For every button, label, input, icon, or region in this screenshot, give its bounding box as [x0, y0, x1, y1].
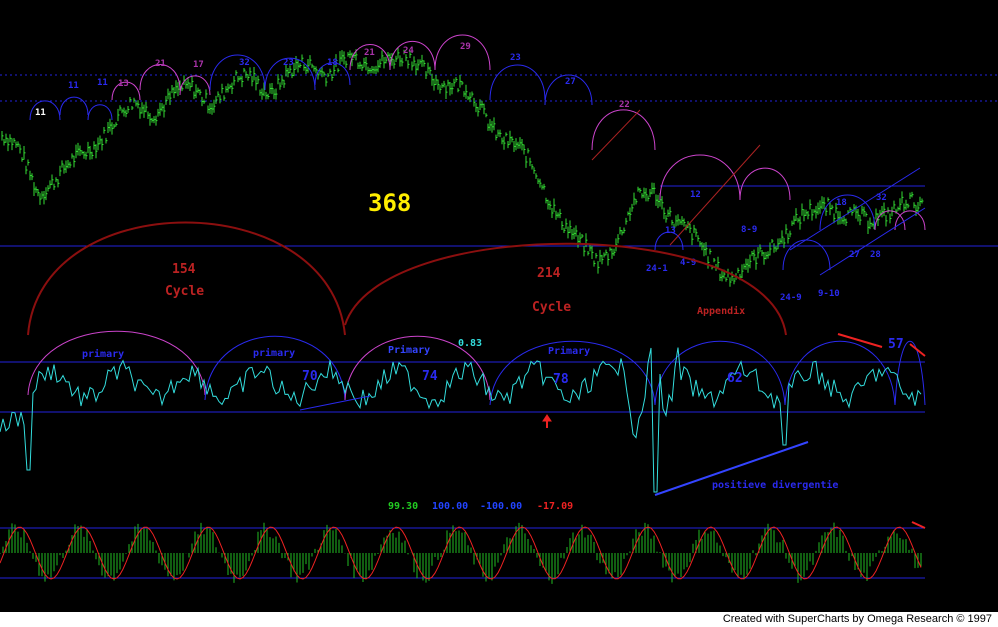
- readout-value: 99.30: [388, 501, 418, 512]
- cycle-154-number: 154: [172, 262, 196, 277]
- up-arrow-icon: [542, 414, 552, 428]
- cycle-label: 28: [870, 250, 881, 260]
- divergence-label: positieve divergentie: [712, 479, 838, 491]
- readout-value: -17.09: [537, 501, 573, 512]
- cycle-label: 18: [836, 198, 847, 208]
- cycle-label: 17: [193, 60, 204, 70]
- cycle-length-label: 70: [302, 369, 318, 384]
- red-channel-line: [591, 109, 641, 161]
- cycle-154-word: Cycle: [165, 284, 204, 299]
- cycle-154-arc: [27, 221, 346, 336]
- cycle-chart: 11 11 11 13 21 17 32 23 18 21 24 29 23 2…: [0, 34, 998, 584]
- cycle-label: 12: [690, 190, 701, 200]
- cycle-label: 18: [327, 58, 338, 68]
- cycle-214-number: 214: [537, 266, 561, 281]
- cycle-label: 8-9: [741, 225, 757, 235]
- cycle-label: 11: [35, 108, 46, 118]
- price-cycle-arcs: [29, 34, 926, 271]
- cycle-label: 23: [510, 53, 521, 63]
- red-signal-trend: [911, 521, 926, 529]
- oscillator-line: [0, 347, 922, 493]
- cycle-label: 27: [565, 77, 576, 87]
- appendix-label: Appendix: [697, 305, 745, 317]
- major-cycle-arcs: [27, 221, 787, 336]
- red-resistance-line: [909, 343, 926, 357]
- price-cycle-arc: [894, 210, 926, 231]
- price-cycle-arc: [739, 167, 791, 201]
- cycle-length-label: 78: [553, 372, 569, 387]
- price-cycle-arc: [782, 239, 831, 271]
- cycle-label: 11: [68, 81, 79, 91]
- cycle-214-arc: [344, 242, 787, 336]
- big-cycle-number: 368: [368, 189, 411, 217]
- histogram-bars: [0, 522, 922, 584]
- cycle-214-word: Cycle: [532, 300, 571, 315]
- cycle-length-label: 74: [422, 369, 438, 384]
- footer-bar: Created with SuperCharts by Omega Resear…: [0, 612, 998, 627]
- primary-label: primary: [82, 348, 124, 360]
- price-cycle-arc: [87, 104, 113, 121]
- cycle-label: 21: [364, 48, 375, 58]
- cycle-label: 24: [403, 46, 414, 56]
- cycle-label: 13: [665, 226, 676, 236]
- primary-label: primary: [253, 347, 295, 359]
- price-cycle-arc: [59, 96, 89, 116]
- cycle-length-label: 62: [727, 371, 743, 386]
- oscillator-trend-lines: [299, 333, 926, 496]
- value-label: 0.83: [458, 338, 482, 349]
- cycle-label: 24-1: [646, 264, 668, 274]
- primary-label: Primary: [388, 344, 430, 356]
- cycle-label: 23: [283, 58, 294, 68]
- footer-credit: Created with SuperCharts by Omega Resear…: [722, 613, 992, 625]
- cycle-label: 29: [460, 42, 471, 52]
- cycle-label: 9-10: [818, 289, 840, 299]
- price-cycle-arc: [434, 34, 491, 71]
- price-cycle-arc: [489, 64, 546, 101]
- blue-channel-line: [819, 207, 926, 276]
- cycle-label: 21: [155, 59, 166, 69]
- cycle-label: 22: [619, 100, 630, 110]
- readout-value: 100.00: [432, 501, 468, 512]
- histogram-readout: 99.30 100.00 -100.00 -17.09: [388, 501, 573, 512]
- readout-value: -100.00: [480, 501, 522, 512]
- primary-label: Primary: [548, 345, 590, 357]
- cycle-length-label: 57: [888, 337, 904, 352]
- oscillator-cycle-arc: [27, 330, 206, 396]
- cycle-label: 24-9: [780, 293, 802, 303]
- cycle-label: 32: [239, 58, 250, 68]
- cycle-label: 13: [118, 79, 129, 89]
- cycle-label: 11: [97, 78, 108, 88]
- price-cycle-arc: [591, 109, 656, 151]
